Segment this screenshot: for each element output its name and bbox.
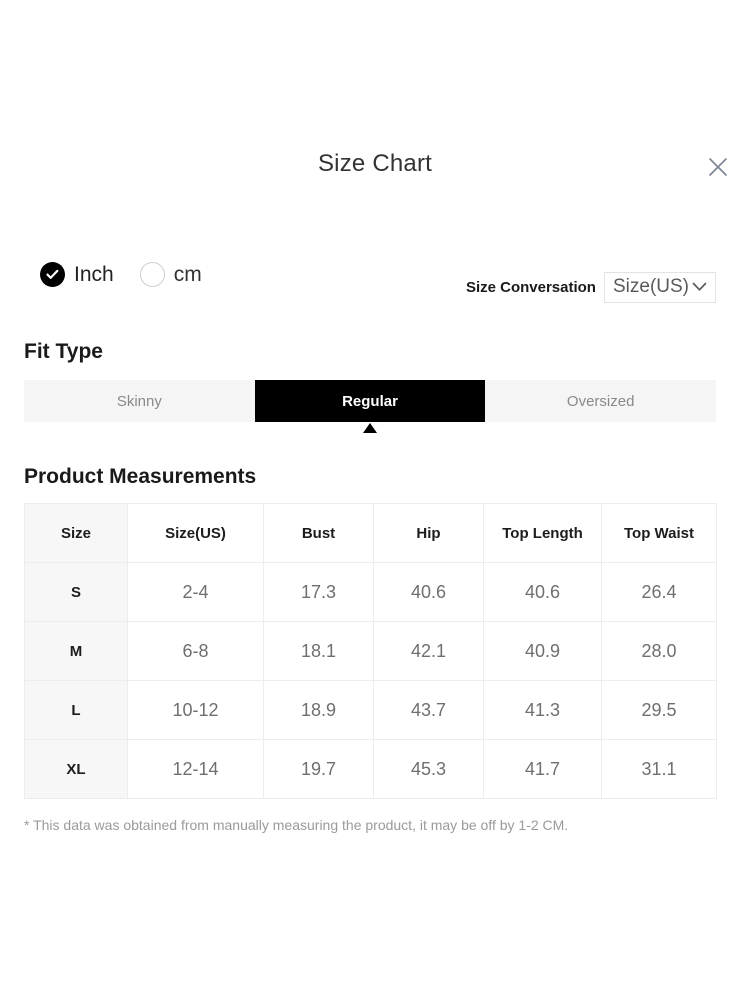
cell-hip: 45.3 [373, 739, 484, 799]
unit-radio-group: Inch cm [40, 262, 202, 287]
cell-hip: 42.1 [373, 621, 484, 681]
cell-bust: 17.3 [263, 562, 374, 622]
fit-type-tabs: Skinny Regular Oversized [24, 380, 716, 422]
cell-top-waist: 26.4 [601, 562, 717, 622]
size-conversion-label: Size Conversation [465, 278, 596, 296]
cell-size-us: 10-12 [127, 680, 264, 740]
product-measurements-title: Product Measurements [24, 465, 257, 488]
tab-skinny[interactable]: Skinny [24, 380, 255, 422]
measurement-disclaimer: * This data was obtained from manually m… [24, 817, 569, 833]
size-conversion-group: Size Conversation Size(US) [466, 272, 716, 303]
tab-oversized[interactable]: Oversized [485, 380, 716, 422]
column-header-hip: Hip [373, 503, 484, 563]
unit-option-cm-label: cm [173, 262, 202, 286]
size-conversion-value: Size(US) [612, 276, 689, 297]
cell-top-length: 41.7 [483, 739, 602, 799]
chevron-down-icon [692, 283, 707, 292]
radio-unchecked-icon[interactable] [139, 262, 165, 287]
active-tab-pointer [0, 423, 750, 435]
table-header-row: Size Size(US) Bust Hip Top Length Top Wa… [24, 503, 717, 563]
cell-hip: 43.7 [373, 680, 484, 740]
cell-bust: 19.7 [263, 739, 374, 799]
size-chart-modal: Size Chart Inch cm Size Conversation Siz… [0, 0, 750, 1000]
cell-top-length: 40.6 [483, 562, 602, 622]
cell-size: S [24, 562, 128, 622]
cell-top-waist: 31.1 [601, 739, 717, 799]
cell-top-length: 40.9 [483, 621, 602, 681]
measurements-table-wrap: Size Size(US) Bust Hip Top Length Top Wa… [24, 503, 717, 799]
unit-and-conversion-row: Inch cm Size Conversation Size(US) [0, 262, 750, 308]
fit-type-title: Fit Type [24, 340, 103, 363]
measurements-table: Size Size(US) Bust Hip Top Length Top Wa… [24, 503, 717, 799]
table-row: XL 12-14 19.7 45.3 41.7 31.1 [24, 739, 717, 799]
size-conversion-select[interactable]: Size(US) [603, 272, 716, 303]
tab-regular[interactable]: Regular [254, 380, 486, 422]
cell-bust: 18.1 [263, 621, 374, 681]
unit-option-inch-label: Inch [74, 262, 114, 286]
table-row: S 2-4 17.3 40.6 40.6 26.4 [24, 562, 717, 622]
column-header-size: Size [24, 503, 128, 563]
table-row: L 10-12 18.9 43.7 41.3 29.5 [24, 680, 717, 740]
caret-up-icon [363, 423, 377, 433]
cell-top-length: 41.3 [483, 680, 602, 740]
modal-header: Size Chart [0, 150, 750, 206]
cell-bust: 18.9 [263, 680, 374, 740]
unit-option-inch[interactable]: Inch [40, 262, 114, 287]
cell-hip: 40.6 [373, 562, 484, 622]
cell-size-us: 2-4 [127, 562, 264, 622]
column-header-size-us: Size(US) [127, 503, 264, 563]
cell-size: L [24, 680, 128, 740]
cell-top-waist: 29.5 [601, 680, 717, 740]
cell-top-waist: 28.0 [601, 621, 717, 681]
unit-option-cm[interactable]: cm [139, 262, 202, 287]
close-icon[interactable] [704, 153, 732, 181]
table-row: M 6-8 18.1 42.1 40.9 28.0 [24, 621, 717, 681]
cell-size: M [24, 621, 128, 681]
cell-size-us: 12-14 [127, 739, 264, 799]
column-header-top-waist: Top Waist [601, 503, 717, 563]
radio-checked-icon[interactable] [40, 262, 65, 287]
page-title: Size Chart [317, 150, 433, 177]
column-header-bust: Bust [263, 503, 374, 563]
cell-size: XL [24, 739, 128, 799]
column-header-top-length: Top Length [483, 503, 602, 563]
cell-size-us: 6-8 [127, 621, 264, 681]
